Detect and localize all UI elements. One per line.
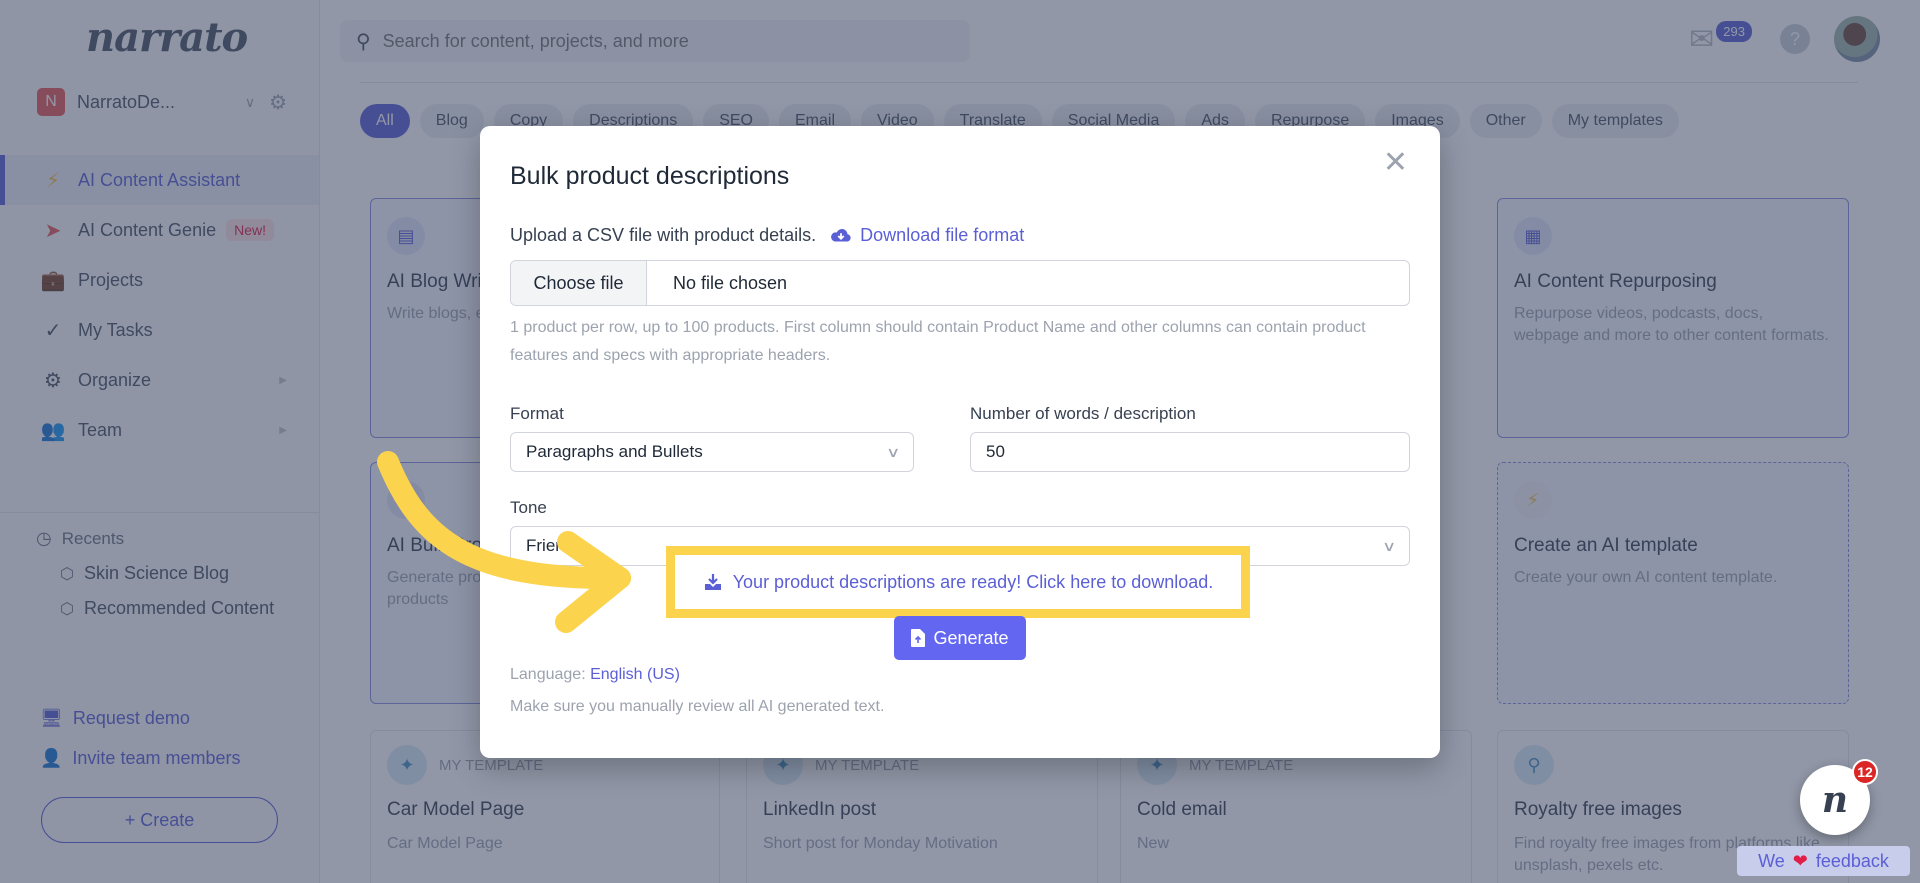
format-field: Format Paragraphs and Bullets ∨ bbox=[510, 404, 914, 472]
chat-count-badge: 12 bbox=[1852, 759, 1878, 785]
feedback-button[interactable]: We ❤ feedback bbox=[1737, 846, 1910, 876]
feedback-post: feedback bbox=[1815, 850, 1889, 871]
chat-logo-icon: n bbox=[1821, 779, 1849, 821]
language-link[interactable]: English (US) bbox=[590, 666, 680, 683]
format-value: Paragraphs and Bullets bbox=[526, 442, 703, 461]
generate-label: Generate bbox=[933, 627, 1009, 648]
bulk-product-modal: Bulk product descriptions ✕ Upload a CSV… bbox=[480, 126, 1440, 758]
words-field: Number of words / description 50 bbox=[970, 404, 1410, 472]
generate-button[interactable]: Generate bbox=[894, 616, 1026, 660]
cloud-download-icon bbox=[831, 228, 851, 242]
language-label: Language: bbox=[510, 666, 586, 683]
feedback-pre: We bbox=[1758, 850, 1785, 871]
file-upload-icon bbox=[911, 629, 926, 647]
options-row: Format Paragraphs and Bullets ∨ Number o… bbox=[510, 404, 1410, 472]
words-label: Number of words / description bbox=[970, 404, 1196, 423]
review-note: Make sure you manually review all AI gen… bbox=[510, 698, 885, 715]
download-format-label: Download file format bbox=[860, 225, 1025, 245]
upload-hint: 1 product per row, up to 100 products. F… bbox=[510, 319, 1366, 364]
download-format-link[interactable]: Download file format bbox=[830, 225, 1024, 246]
download-icon bbox=[704, 574, 721, 590]
download-results-link[interactable]: Your product descriptions are ready! Cli… bbox=[703, 571, 1214, 593]
csv-file-input[interactable]: Choose file No file chosen bbox=[510, 260, 1410, 306]
download-results-label: Your product descriptions are ready! Cli… bbox=[732, 571, 1214, 592]
words-value: 50 bbox=[986, 442, 1005, 461]
tone-value: Friendly bbox=[526, 536, 587, 555]
chevron-down-icon: ∨ bbox=[885, 443, 901, 460]
close-icon: ✕ bbox=[1382, 145, 1408, 180]
words-input[interactable]: 50 bbox=[970, 432, 1410, 472]
modal-title: Bulk product descriptions bbox=[510, 162, 790, 190]
heart-icon: ❤ bbox=[1792, 850, 1808, 871]
file-status: No file chosen bbox=[673, 272, 788, 293]
language-row: Language: English (US) bbox=[510, 666, 680, 684]
chat-widget-button[interactable]: n 12 bbox=[1800, 759, 1878, 835]
tone-label: Tone bbox=[510, 498, 547, 517]
format-label: Format bbox=[510, 404, 564, 423]
choose-file-button[interactable]: Choose file bbox=[511, 261, 647, 305]
upload-label: Upload a CSV file with product details. bbox=[510, 225, 817, 245]
upload-row: Upload a CSV file with product details. … bbox=[510, 225, 1410, 246]
close-button[interactable]: ✕ bbox=[1383, 148, 1408, 178]
format-select[interactable]: Paragraphs and Bullets ∨ bbox=[510, 432, 914, 472]
chevron-down-icon: ∨ bbox=[1381, 537, 1397, 554]
download-highlight-box: Your product descriptions are ready! Cli… bbox=[666, 546, 1250, 618]
